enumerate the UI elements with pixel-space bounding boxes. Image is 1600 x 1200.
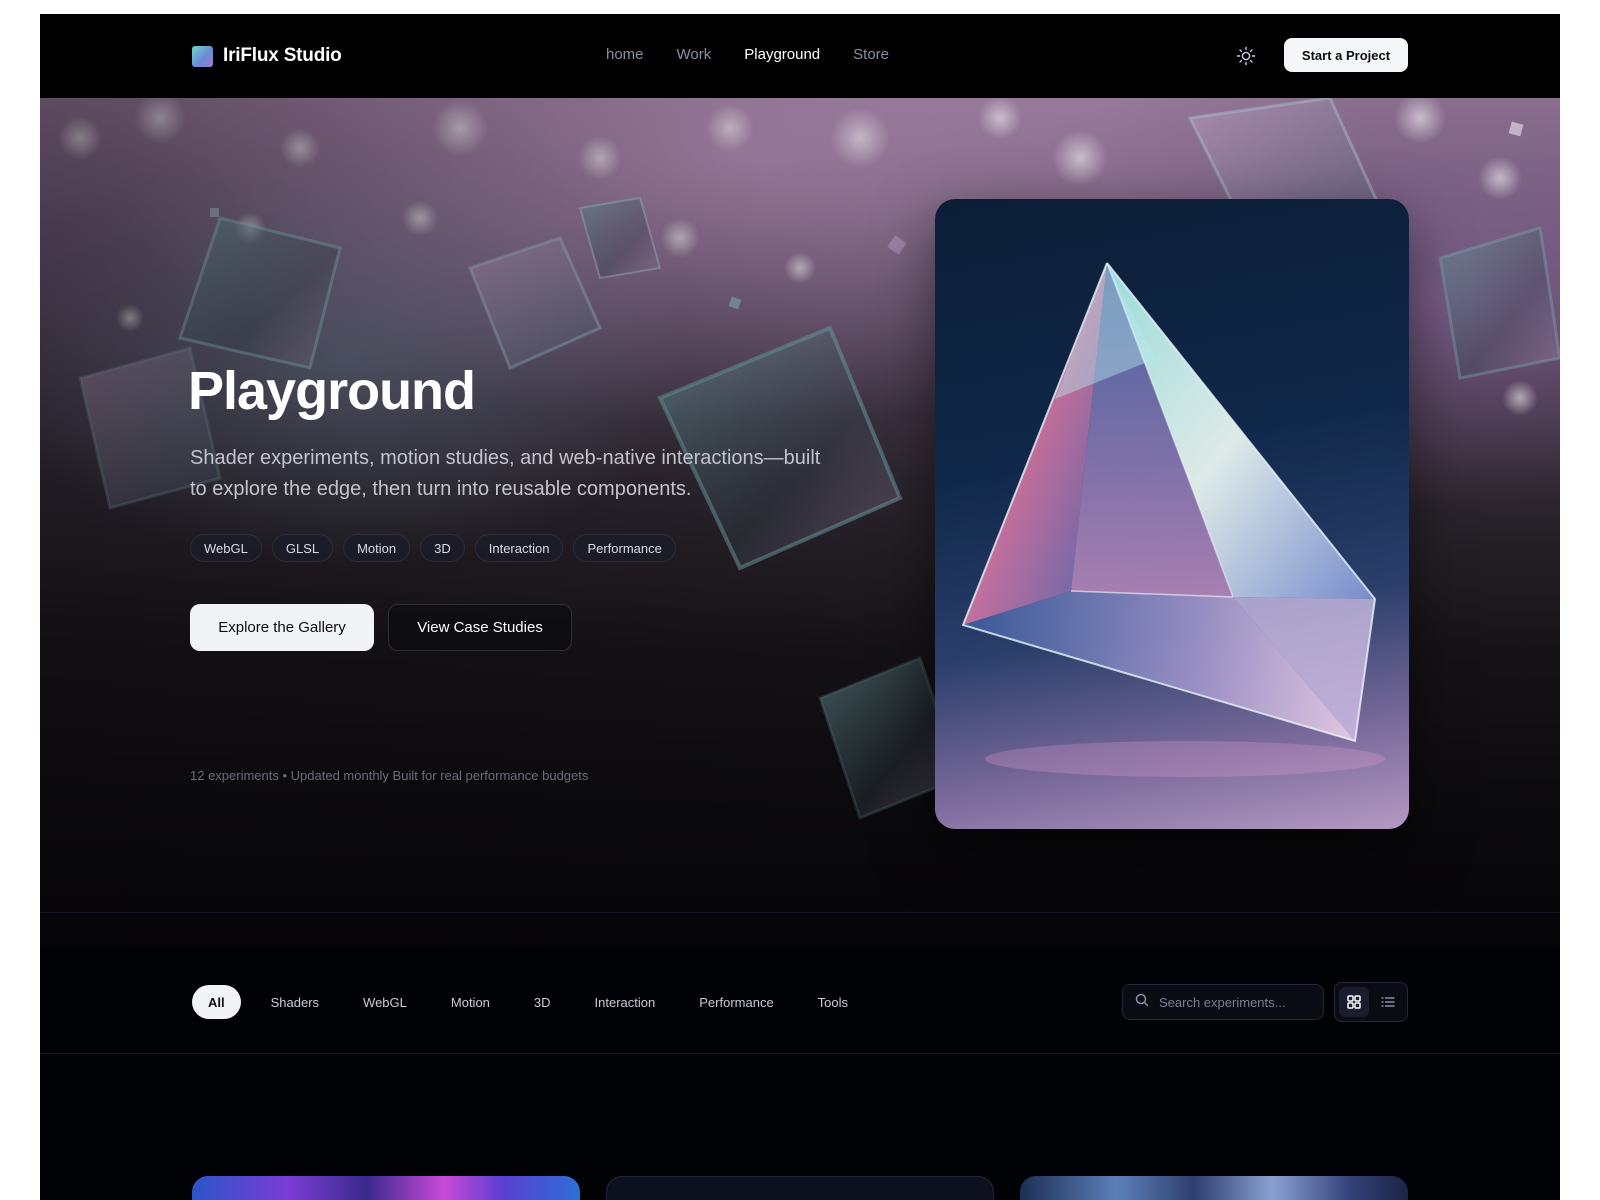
filter-all[interactable]: All [192, 985, 241, 1019]
hero-tags: WebGL GLSL Motion 3D Interaction Perform… [190, 534, 676, 562]
prism-illustration [961, 262, 1385, 777]
brand[interactable]: IriFlux Studio [192, 45, 342, 67]
divider-top [40, 912, 1560, 913]
experiment-card[interactable] [1020, 1176, 1408, 1200]
start-project-button[interactable]: Start a Project [1284, 38, 1408, 72]
brand-name: IriFlux Studio [223, 45, 342, 66]
filter-performance[interactable]: Performance [685, 985, 787, 1019]
filter-3d[interactable]: 3D [520, 985, 565, 1019]
tag-performance: Performance [573, 534, 676, 562]
search-icon [1135, 993, 1149, 1012]
hero-section: Playground Shader experiments, motion st… [40, 98, 1560, 946]
experiment-card[interactable] [192, 1176, 580, 1200]
hero-actions: Explore the Gallery View Case Studies [190, 604, 572, 651]
filter-motion[interactable]: Motion [437, 985, 504, 1019]
category-filters: All Shaders WebGL Motion 3D Interaction … [192, 985, 878, 1019]
search-input[interactable] [1159, 994, 1309, 1010]
tag-3d: 3D [420, 534, 465, 562]
brand-logo [192, 45, 213, 67]
grid-icon[interactable] [1339, 987, 1369, 1017]
explore-gallery-button[interactable]: Explore the Gallery [190, 604, 374, 651]
sun-icon[interactable] [1236, 46, 1256, 66]
hero-meta: 12 experiments • Updated monthly Built f… [190, 768, 589, 783]
filter-interaction[interactable]: Interaction [581, 985, 670, 1019]
divider-bottom [40, 1053, 1560, 1054]
tag-motion: Motion [343, 534, 411, 562]
nav-link-home[interactable]: home [606, 46, 644, 63]
nav-link-work[interactable]: Work [677, 46, 712, 63]
tag-interaction: Interaction [474, 534, 564, 562]
view-toggle [1334, 982, 1408, 1022]
filter-webgl[interactable]: WebGL [349, 985, 421, 1019]
top-nav: IriFlux Studio home Work Playground Stor… [40, 14, 1560, 98]
nav-links: home Work Playground Store [606, 46, 889, 63]
nav-link-playground[interactable]: Playground [744, 46, 820, 63]
hero-feature-image[interactable] [935, 199, 1409, 829]
nav-link-store[interactable]: Store [853, 46, 889, 63]
experiment-card[interactable] [606, 1176, 994, 1200]
page-frame: IriFlux Studio home Work Playground Stor… [40, 14, 1560, 1200]
list-icon[interactable] [1373, 987, 1403, 1017]
hero-subtitle: Shader experiments, motion studies, and … [190, 447, 821, 500]
search-box [1122, 984, 1324, 1020]
hero-title: Playground [188, 361, 476, 421]
filter-tools[interactable]: Tools [804, 985, 862, 1019]
tag-webgl: WebGL [190, 534, 262, 562]
view-case-studies-button[interactable]: View Case Studies [388, 604, 572, 651]
tag-glsl: GLSL [271, 534, 334, 562]
filter-shaders[interactable]: Shaders [257, 985, 333, 1019]
